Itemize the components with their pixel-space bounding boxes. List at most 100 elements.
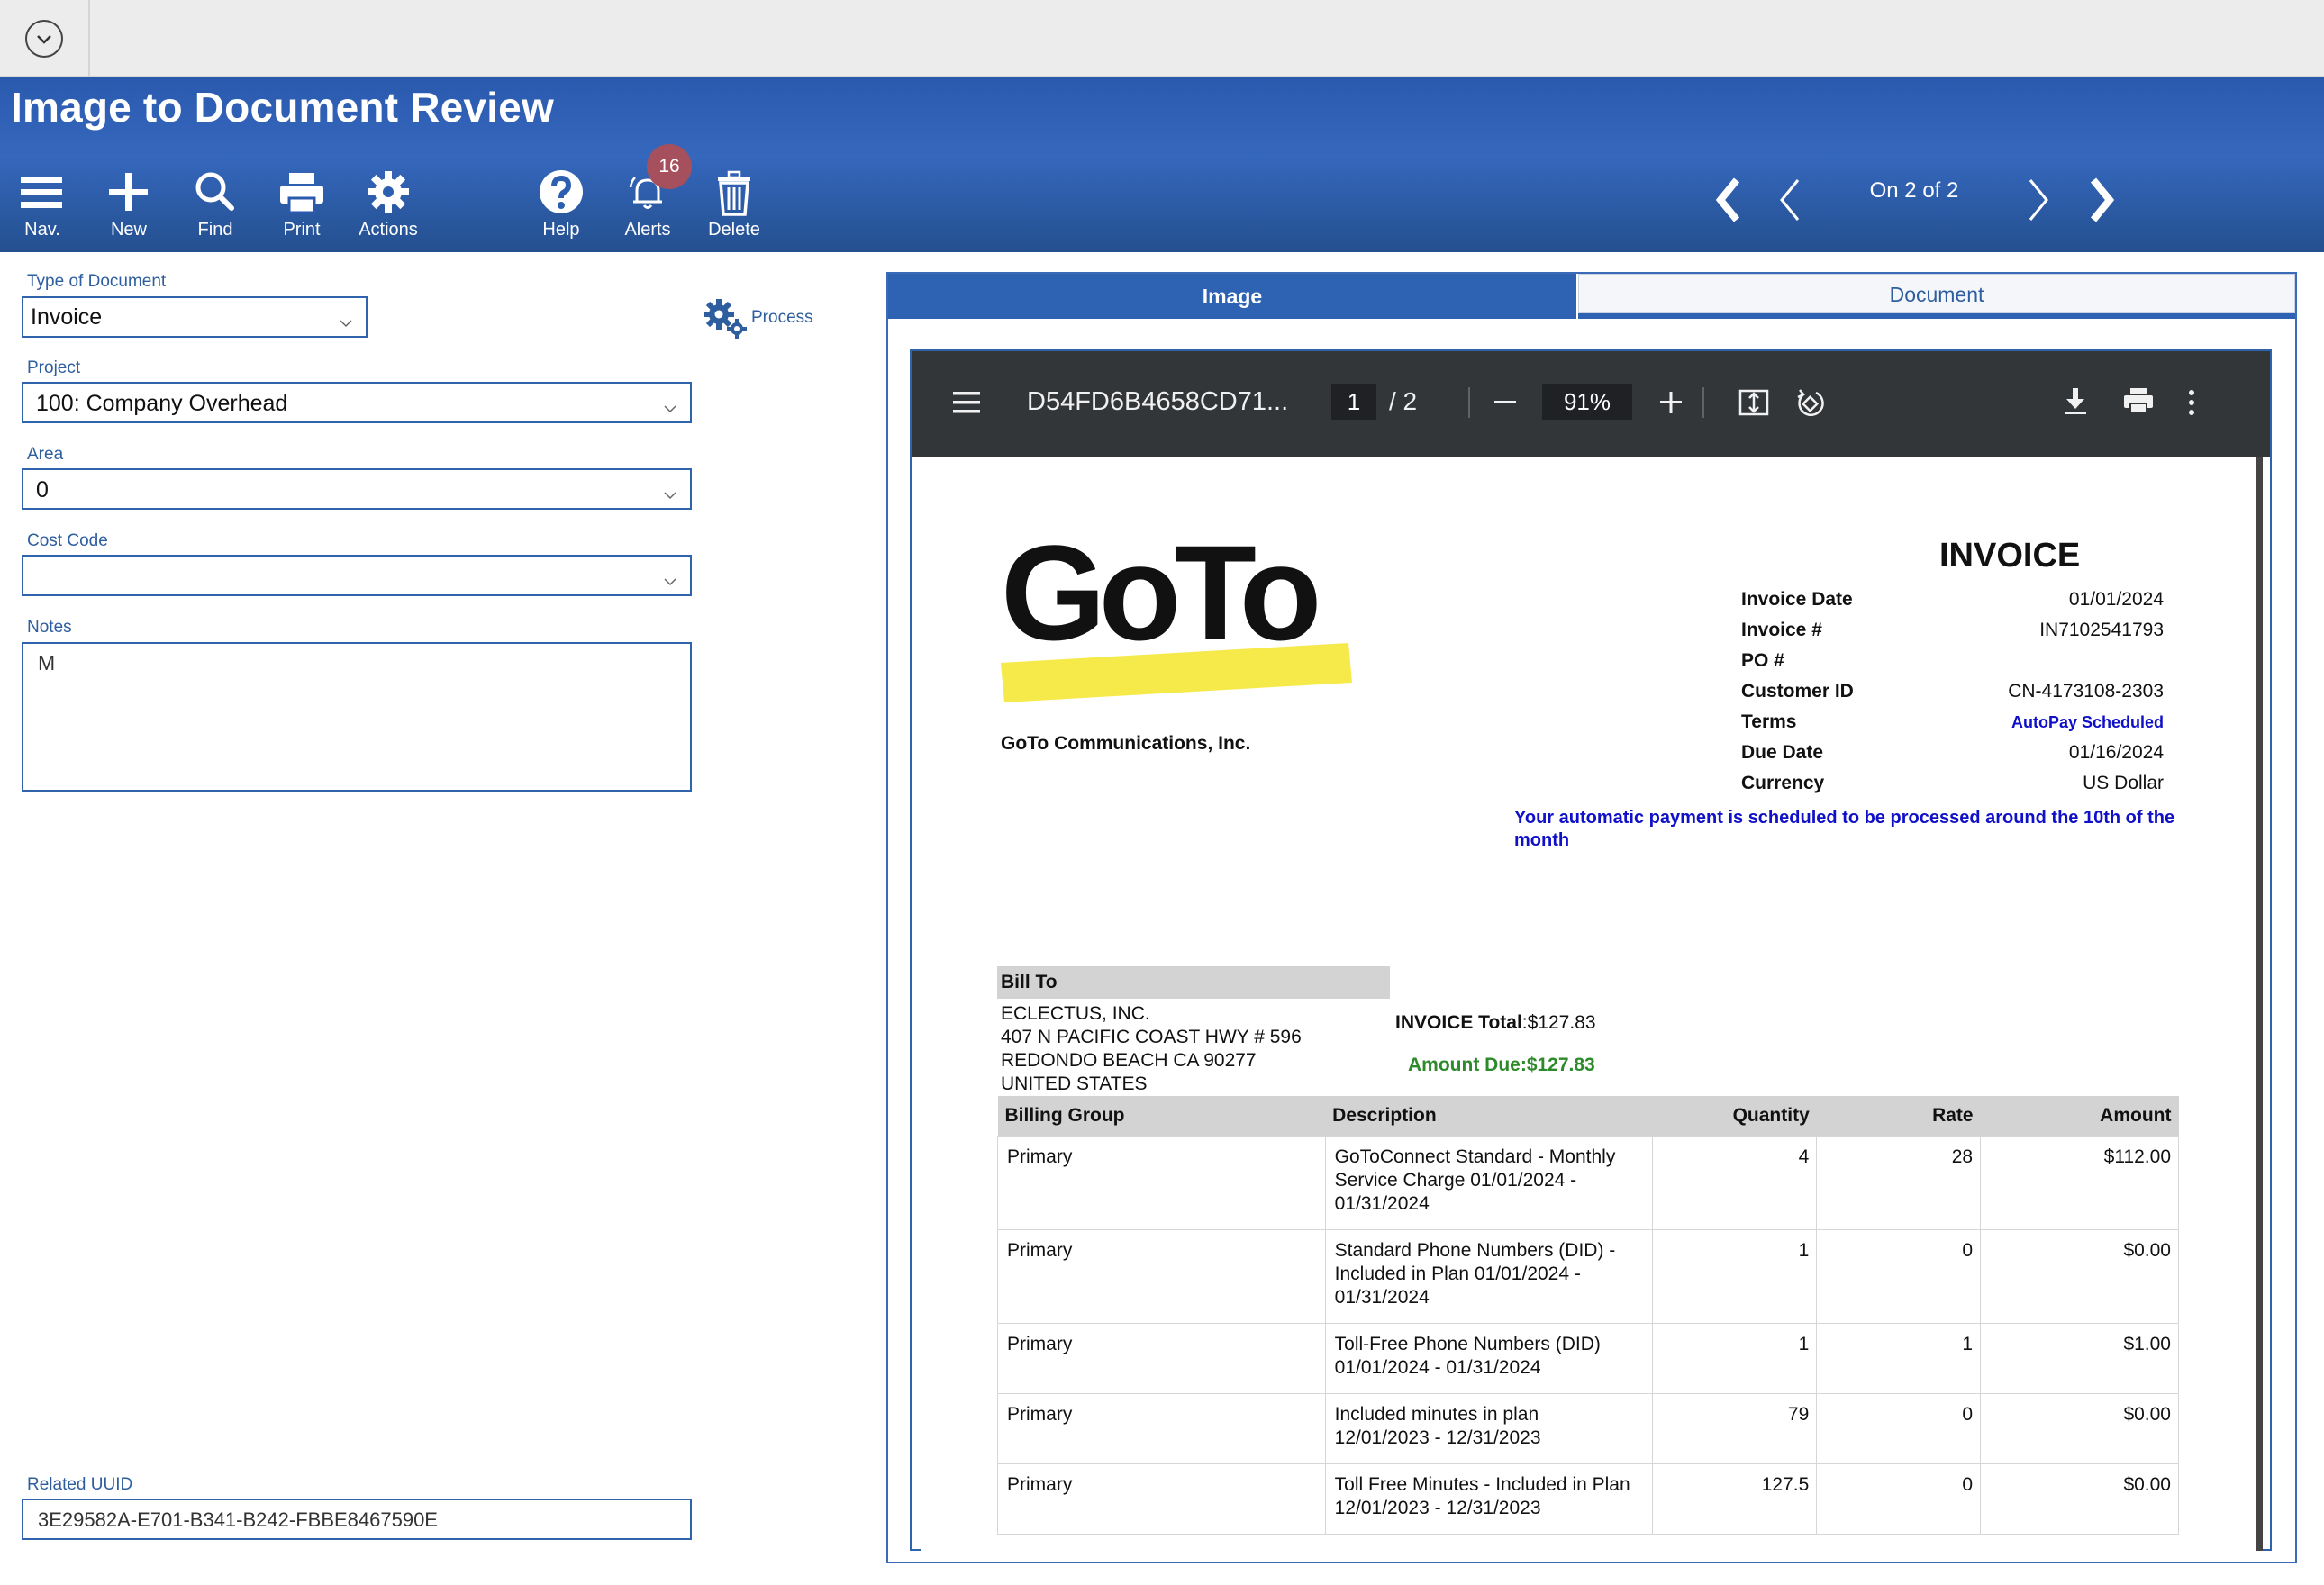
meta-value: IN7102541793 bbox=[2039, 620, 2164, 640]
cost-code-select[interactable] bbox=[22, 555, 692, 596]
amount-due: Amount Due:$127.83 bbox=[1408, 1055, 1595, 1075]
tab-underline bbox=[1578, 313, 2295, 319]
document-type-value: Invoice bbox=[31, 304, 103, 330]
last-record-button[interactable] bbox=[2072, 164, 2126, 236]
table-row: Primary GoToConnect Standard - Monthly Se… bbox=[997, 1135, 2179, 1230]
bill-to-line: ECLECTUS, INC. bbox=[1001, 1003, 1150, 1024]
delete-label: Delete bbox=[708, 220, 760, 240]
chevron-right-bold-icon bbox=[2090, 177, 2115, 222]
chevron-down-icon bbox=[339, 309, 353, 335]
terms-autopay-link[interactable]: AutoPay Scheduled bbox=[2011, 713, 2164, 732]
cell-rate: 0 bbox=[1816, 1392, 1982, 1464]
notes-textarea[interactable]: M bbox=[22, 642, 692, 792]
help-button[interactable]: Help bbox=[521, 168, 602, 249]
chevron-right-icon bbox=[2029, 179, 2048, 221]
pdf-zoom-level[interactable]: 91% bbox=[1542, 384, 1632, 420]
process-label: Process bbox=[751, 308, 813, 327]
column-header: Billing Group bbox=[997, 1096, 1326, 1136]
find-label: Find bbox=[197, 220, 233, 240]
cell-billing-group: Primary bbox=[997, 1463, 1326, 1535]
cell-description: Included minutes in plan 12/01/2023 - 12/… bbox=[1324, 1392, 1654, 1464]
cell-rate: 0 bbox=[1816, 1463, 1982, 1535]
delete-button[interactable]: Delete bbox=[694, 168, 775, 249]
autopay-note: Your automatic payment is scheduled to b… bbox=[1514, 808, 2175, 850]
cell-amount: $0.00 bbox=[1980, 1463, 2179, 1535]
related-uuid-label: Related UUID bbox=[27, 1475, 133, 1494]
nav-button[interactable]: Nav. bbox=[2, 168, 83, 249]
chevron-left-bold-icon bbox=[1715, 177, 1740, 222]
find-button[interactable]: Find bbox=[175, 168, 256, 249]
company-name: GoTo Communications, Inc. bbox=[1001, 733, 1251, 754]
cell-amount: $0.00 bbox=[1980, 1392, 2179, 1464]
logo-wordmark: GoTo bbox=[1001, 530, 1317, 668]
description-line: Toll Free Minutes - Included in Plan bbox=[1334, 1473, 1630, 1495]
description-line: Toll-Free Phone Numbers (DID) bbox=[1334, 1333, 1601, 1354]
meta-value: 01/16/2024 bbox=[2068, 742, 2164, 763]
table-row: Primary Included minutes in plan 12/01/20… bbox=[997, 1392, 2179, 1464]
meta-key: Invoice Date bbox=[1741, 589, 1853, 610]
first-record-button[interactable] bbox=[1704, 164, 1758, 236]
tab-image[interactable]: Image bbox=[888, 274, 1576, 319]
cell-billing-group: Primary bbox=[997, 1228, 1326, 1324]
toolbar-divider bbox=[1702, 387, 1704, 418]
new-button[interactable]: New bbox=[88, 168, 169, 249]
pdf-print-icon[interactable] bbox=[2122, 385, 2155, 421]
pdf-filename: D54FD6B4658CD71... bbox=[1027, 387, 1289, 416]
plus-icon bbox=[88, 168, 169, 218]
bill-to-line: 407 N PACIFIC COAST HWY # 596 bbox=[1001, 1027, 1302, 1047]
tab-document[interactable]: Document bbox=[1578, 274, 2295, 313]
notes-value: M bbox=[38, 651, 56, 675]
document-type-select[interactable]: Invoice bbox=[22, 296, 368, 338]
table-row: Primary Standard Phone Numbers (DID) - In… bbox=[997, 1228, 2179, 1324]
cell-quantity: 1 bbox=[1652, 1228, 1818, 1324]
cell-amount: $112.00 bbox=[1980, 1135, 2179, 1230]
record-pager-status: On 2 of 2 bbox=[1869, 178, 1959, 203]
download-icon[interactable] bbox=[2061, 385, 2090, 421]
meta-key: Invoice # bbox=[1741, 620, 1822, 640]
next-record-button[interactable] bbox=[2009, 164, 2063, 236]
print-label: Print bbox=[283, 220, 321, 240]
cell-rate: 28 bbox=[1816, 1135, 1982, 1230]
printer-icon bbox=[261, 168, 342, 218]
cell-billing-group: Primary bbox=[997, 1322, 1326, 1394]
invoice-heading: INVOICE bbox=[1939, 537, 2081, 575]
cell-description: Standard Phone Numbers (DID) - Included i… bbox=[1324, 1228, 1654, 1324]
alerts-label: Alerts bbox=[624, 220, 671, 240]
top-strip-cell bbox=[0, 0, 90, 77]
project-select[interactable]: 100: Company Overhead bbox=[22, 382, 692, 423]
cell-billing-group: Primary bbox=[997, 1135, 1326, 1230]
document-viewer-panel: Image Document D54FD6B4658CD71... 1 / 2 … bbox=[886, 272, 2297, 1563]
related-uuid-field[interactable]: 3E29582A-E701-B341-B242-FBBE8467590E bbox=[22, 1499, 692, 1540]
cell-description: Toll Free Minutes - Included in Plan 12/0… bbox=[1324, 1463, 1654, 1535]
meta-key: Due Date bbox=[1741, 742, 1824, 763]
pdf-menu-icon[interactable] bbox=[951, 389, 982, 421]
chevron-down-icon bbox=[663, 567, 677, 593]
cell-quantity: 1 bbox=[1652, 1322, 1818, 1394]
invoice-total: INVOICE Total:$127.83 bbox=[1395, 1012, 1596, 1034]
collapse-toggle-button[interactable] bbox=[25, 20, 63, 58]
column-header: Description bbox=[1325, 1096, 1653, 1136]
description-line: 01/31/2024 bbox=[1334, 1286, 1430, 1308]
cell-rate: 1 bbox=[1816, 1322, 1982, 1394]
pdf-viewer: D54FD6B4658CD71... 1 / 2 91% GoTo GoTo C… bbox=[910, 349, 2272, 1551]
pdf-page-input[interactable]: 1 bbox=[1331, 384, 1376, 420]
rotate-icon[interactable] bbox=[1794, 387, 1827, 424]
zoom-out-icon[interactable] bbox=[1492, 389, 1519, 421]
app-title: Image to Document Review bbox=[11, 84, 554, 131]
zoom-in-icon[interactable] bbox=[1657, 389, 1684, 421]
line-items-table: Billing Group Description Quantity Rate … bbox=[997, 1096, 2179, 1535]
chevron-down-icon bbox=[663, 481, 677, 507]
more-options-icon[interactable] bbox=[2185, 387, 2198, 422]
nav-label: Nav. bbox=[24, 220, 60, 240]
cell-rate: 0 bbox=[1816, 1228, 1982, 1324]
cell-quantity: 4 bbox=[1652, 1135, 1818, 1230]
description-line: Service Charge 01/01/2024 - bbox=[1334, 1169, 1577, 1191]
print-button[interactable]: Print bbox=[261, 168, 342, 249]
fit-page-icon[interactable] bbox=[1738, 387, 1769, 422]
previous-record-button[interactable] bbox=[1766, 164, 1820, 236]
column-header: Amount bbox=[1980, 1096, 2179, 1136]
project-value: 100: Company Overhead bbox=[36, 391, 288, 416]
actions-button[interactable]: Actions bbox=[348, 168, 429, 249]
invoice-total-value: :$127.83 bbox=[1521, 1012, 1596, 1033]
area-select[interactable]: 0 bbox=[22, 468, 692, 510]
